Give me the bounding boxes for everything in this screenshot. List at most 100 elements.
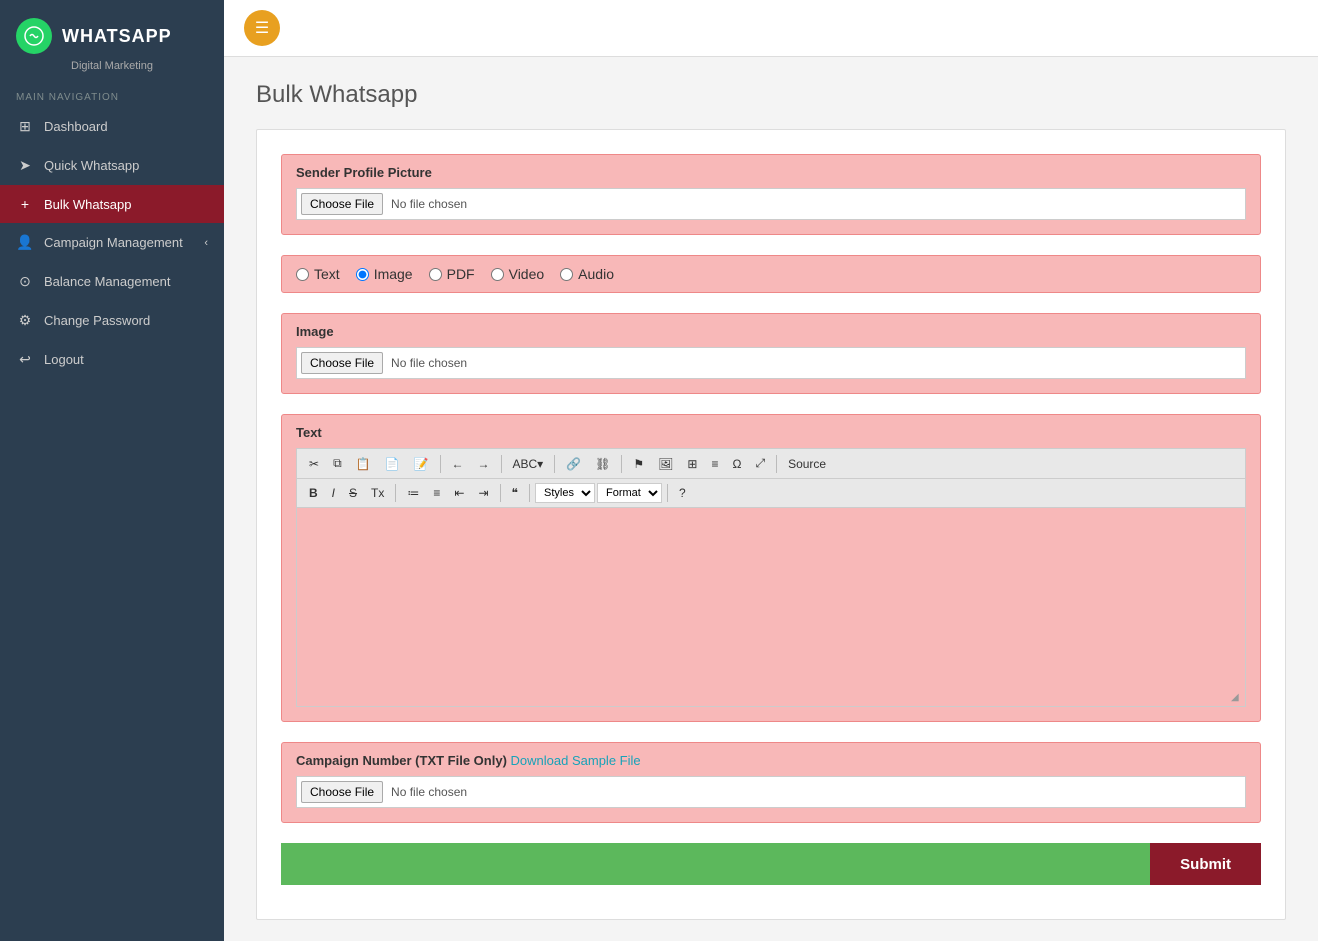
toolbar-redo[interactable]: → [472,454,496,474]
sidebar-item-bulk-whatsapp[interactable]: + Bulk Whatsapp [0,185,224,223]
toolbar-italic[interactable]: I [326,483,341,503]
radio-image-input[interactable] [356,268,369,281]
toolbar-unordered-list[interactable]: ≡ [427,483,446,503]
submit-row: Submit [281,843,1261,885]
menu-toggle-button[interactable]: ☰ [244,10,280,46]
sender-profile-no-file: No file chosen [391,197,467,211]
sender-profile-section: Sender Profile Picture Choose File No fi… [281,154,1261,235]
toolbar-sep-6 [395,484,396,502]
whatsapp-logo-icon [16,18,52,54]
bulk-whatsapp-icon: + [16,196,34,212]
sidebar-item-balance-management[interactable]: ⊙ Balance Management [0,262,224,301]
image-choose-button[interactable]: Choose File [301,352,383,374]
page-content: Bulk Whatsapp Sender Profile Picture Cho… [224,57,1318,941]
sidebar: WHATSAPP Digital Marketing MAIN NAVIGATI… [0,0,224,941]
sidebar-item-campaign-management[interactable]: 👤 Campaign Management ‹ [0,223,224,262]
text-label: Text [296,425,1246,440]
toolbar-paste-text[interactable]: 📄 [379,454,406,474]
toolbar-spellcheck[interactable]: ABC▾ [507,454,550,474]
toolbar-bold[interactable]: B [303,483,324,503]
form-card: Sender Profile Picture Choose File No fi… [256,129,1286,920]
radio-image-label: Image [374,266,413,282]
toolbar-paste[interactable]: 📋 [350,454,377,474]
download-sample-link[interactable]: Download Sample File [511,753,641,768]
sender-profile-file-input: Choose File No file chosen [296,188,1246,220]
toolbar-styles-select[interactable]: Styles [535,483,595,503]
image-section: Image Choose File No file chosen [281,313,1261,394]
toolbar-image[interactable]: 🖼 [652,454,679,474]
dashboard-icon: ⊞ [16,118,34,135]
topbar: ☰ [224,0,1318,57]
image-file-input: Choose File No file chosen [296,347,1246,379]
radio-audio-input[interactable] [560,268,573,281]
sidebar-item-logout[interactable]: ↩ Logout [0,340,224,379]
campaign-choose-button[interactable]: Choose File [301,781,383,803]
toolbar-strikethrough[interactable]: S [343,483,363,503]
radio-pdf-label: PDF [447,266,475,282]
radio-text[interactable]: Text [296,266,340,282]
sidebar-item-label: Bulk Whatsapp [44,197,131,212]
message-type-radio-group: Text Image PDF Video Audio [281,255,1261,293]
radio-image[interactable]: Image [356,266,413,282]
sidebar-item-quick-whatsapp[interactable]: ➤ Quick Whatsapp [0,146,224,185]
image-label: Image [296,324,1246,339]
toolbar-sep-2 [501,455,502,473]
toolbar-table[interactable]: ⊞ [681,454,703,474]
radio-audio[interactable]: Audio [560,266,614,282]
hamburger-icon: ☰ [255,18,269,38]
toolbar-ordered-list[interactable]: ≔ [401,483,425,503]
text-editor-section: Text ✂ ⧉ 📋 📄 📝 ← → ABC▾ 🔗 ⛓ [281,414,1261,722]
toolbar-indent-less[interactable]: ⇤ [448,483,470,503]
toolbar-anchor[interactable]: ⚑ [627,454,650,474]
sidebar-logo: WHATSAPP [0,0,224,60]
chevron-icon: ‹ [204,237,208,249]
toolbar-clear-format[interactable]: Tx [365,483,390,503]
sidebar-item-label: Change Password [44,313,150,328]
toolbar-maximize[interactable]: ⤢ [749,453,771,474]
radio-video[interactable]: Video [491,266,545,282]
toolbar-format-select[interactable]: Format [597,483,662,503]
editor-toolbar-2: B I S Tx ≔ ≡ ⇤ ⇥ ❝ Styles Form [296,478,1246,507]
sender-profile-choose-button[interactable]: Choose File [301,193,383,215]
radio-video-label: Video [509,266,545,282]
toolbar-special-char[interactable]: Ω [726,454,747,474]
radio-video-input[interactable] [491,268,504,281]
toolbar-link[interactable]: 🔗 [560,454,587,474]
toolbar-unlink[interactable]: ⛓ [589,454,616,474]
toolbar-sep-1 [440,455,441,473]
radio-pdf-input[interactable] [429,268,442,281]
toolbar-sep-4 [621,455,622,473]
image-no-file: No file chosen [391,356,467,370]
sidebar-item-dashboard[interactable]: ⊞ Dashboard [0,107,224,146]
editor-body[interactable]: ◢ [296,507,1246,707]
submit-button[interactable]: Submit [1150,843,1261,885]
sidebar-item-change-password[interactable]: ⚙ Change Password [0,301,224,340]
toolbar-blockquote[interactable]: ❝ [506,483,524,503]
app-subtitle: Digital Marketing [0,60,224,84]
toolbar-indent-more[interactable]: ⇥ [472,483,494,503]
sender-profile-label: Sender Profile Picture [296,165,1246,180]
radio-text-input[interactable] [296,268,309,281]
main-content: ☰ Bulk Whatsapp Sender Profile Picture C… [224,0,1318,941]
toolbar-source[interactable]: Source [782,454,832,474]
toolbar-undo[interactable]: ← [446,454,470,474]
toolbar-sep-3 [554,455,555,473]
editor-resize-handle: ◢ [1231,692,1243,704]
toolbar-sep-7 [500,484,501,502]
radio-pdf[interactable]: PDF [429,266,475,282]
page-title: Bulk Whatsapp [256,81,1286,109]
password-icon: ⚙ [16,312,34,329]
campaign-no-file: No file chosen [391,785,467,799]
toolbar-list[interactable]: ≡ [705,454,724,474]
toolbar-help[interactable]: ? [673,483,692,503]
nav-label: MAIN NAVIGATION [0,84,224,107]
toolbar-paste-word[interactable]: 📝 [408,454,435,474]
submit-green-area [281,843,1150,885]
radio-audio-label: Audio [578,266,614,282]
campaign-file-input: Choose File No file chosen [296,776,1246,808]
sidebar-item-label: Dashboard [44,119,108,134]
toolbar-sep-8 [529,484,530,502]
toolbar-sep-5 [776,455,777,473]
toolbar-cut[interactable]: ✂ [303,454,325,474]
toolbar-copy[interactable]: ⧉ [327,453,348,474]
